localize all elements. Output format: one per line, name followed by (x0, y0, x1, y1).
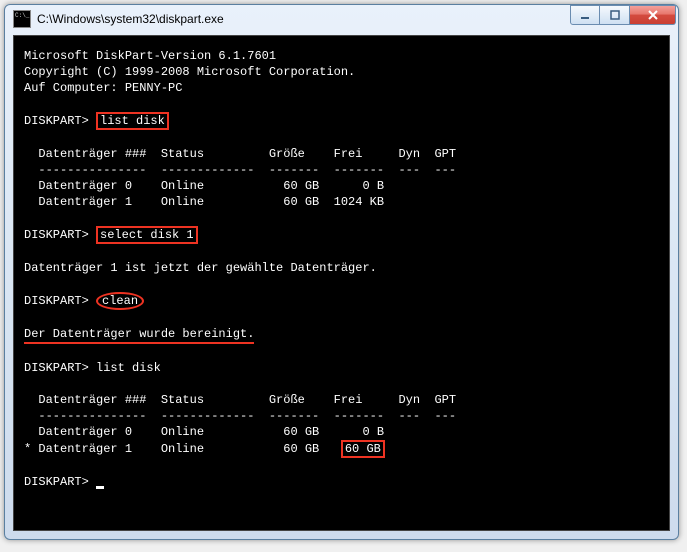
table-header: Datenträger ### Status Größe Frei Dyn GP… (24, 393, 456, 407)
maximize-button[interactable] (600, 5, 630, 25)
highlight-free-space: 60 GB (341, 440, 385, 458)
close-button[interactable] (630, 5, 676, 25)
table-row-prefix: * Datenträger 1 Online 60 GB (24, 442, 341, 456)
titlebar[interactable]: C:\Windows\system32\diskpart.exe (5, 5, 678, 33)
console-area[interactable]: Microsoft DiskPart-Version 6.1.7601 Copy… (13, 35, 670, 531)
highlight-cleaned-msg: Der Datenträger wurde bereinigt. (24, 326, 254, 344)
prompt: DISKPART> (24, 361, 89, 375)
prompt: DISKPART> (24, 475, 89, 489)
prompt: DISKPART> (24, 294, 89, 308)
header-line: Microsoft DiskPart-Version 6.1.7601 (24, 49, 276, 63)
minimize-button[interactable] (570, 5, 600, 25)
highlight-clean: clean (96, 292, 144, 310)
highlight-list-disk: list disk (96, 112, 169, 130)
msg-selected: Datenträger 1 ist jetzt der gewählte Dat… (24, 261, 377, 275)
table-divider: --------------- ------------- ------- --… (24, 409, 456, 423)
prompt: DISKPART> (24, 114, 89, 128)
table-row: Datenträger 0 Online 60 GB 0 B (24, 179, 384, 193)
highlight-select-disk: select disk 1 (96, 226, 198, 244)
table-divider: --------------- ------------- ------- --… (24, 163, 456, 177)
cmd-icon (13, 10, 31, 28)
header-line: Copyright (C) 1999-2008 Microsoft Corpor… (24, 65, 355, 79)
prompt: DISKPART> (24, 228, 89, 242)
table-row: Datenträger 0 Online 60 GB 0 B (24, 425, 384, 439)
app-window: C:\Windows\system32\diskpart.exe Microso… (4, 4, 679, 540)
window-controls (570, 5, 676, 25)
cmd-list-disk: list disk (96, 361, 161, 375)
terminal-output: Microsoft DiskPart-Version 6.1.7601 Copy… (24, 48, 659, 490)
table-row: Datenträger 1 Online 60 GB 1024 KB (24, 195, 384, 209)
cursor (96, 486, 104, 489)
header-line: Auf Computer: PENNY-PC (24, 81, 182, 95)
table-header: Datenträger ### Status Größe Frei Dyn GP… (24, 147, 456, 161)
